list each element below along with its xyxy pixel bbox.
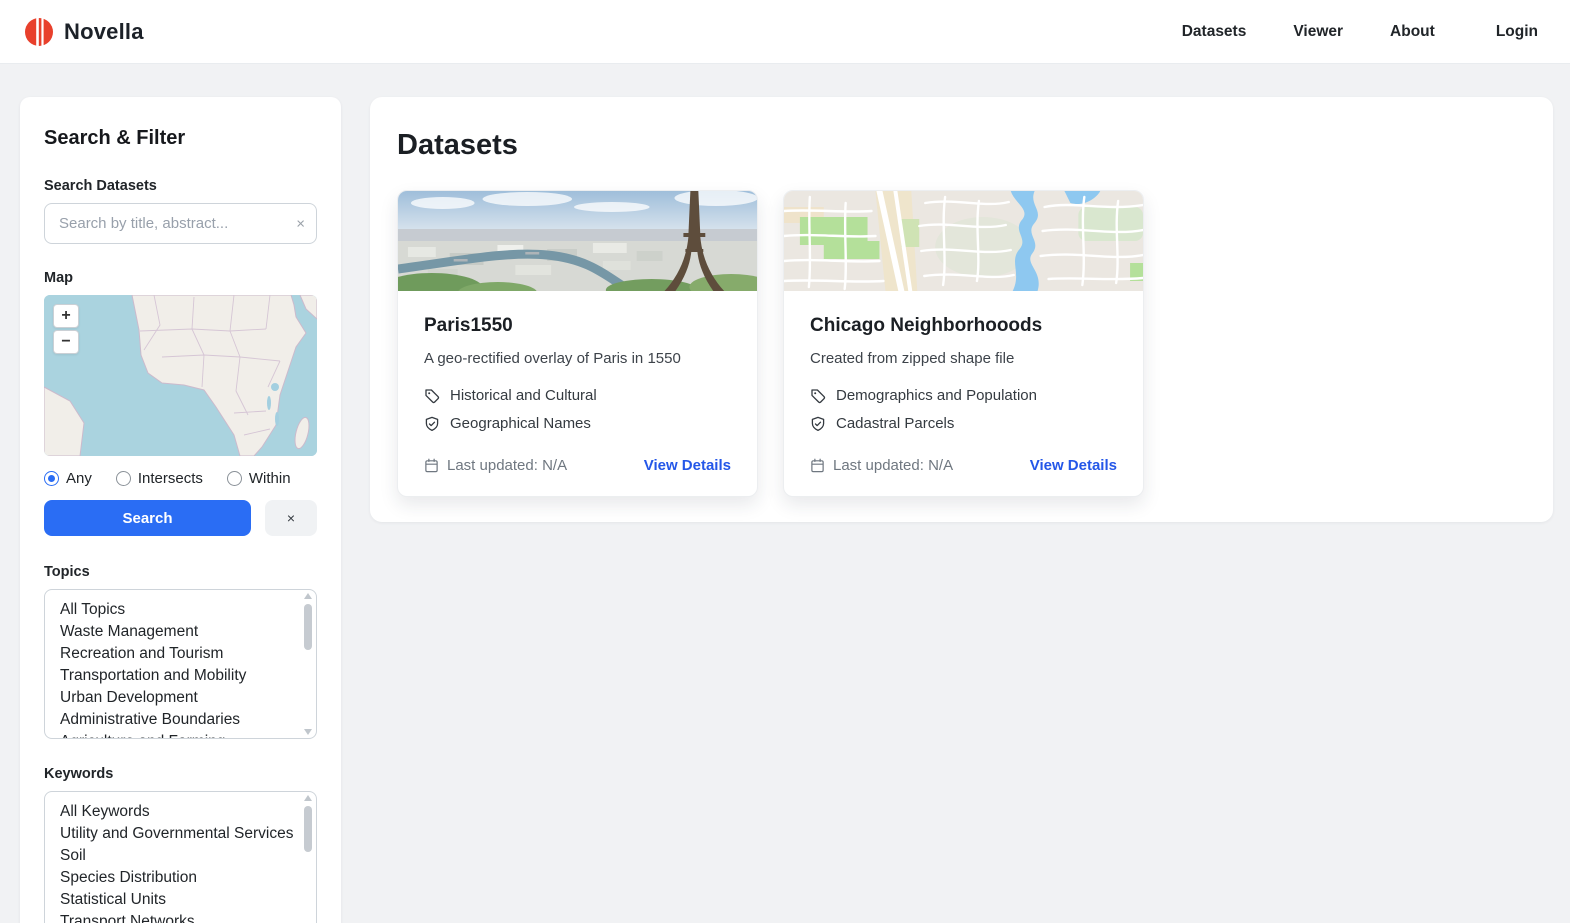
search-datasets-label: Search Datasets [44, 178, 317, 194]
scrollbar-thumb[interactable] [304, 604, 312, 650]
paris-thumbnail-image [398, 191, 757, 291]
map-widget[interactable]: + − [44, 295, 317, 456]
keywords-scrollbar[interactable] [301, 794, 314, 923]
card-title: Chicago Neighborhooods [810, 315, 1117, 337]
dataset-card-chicago-neighborhoods[interactable]: Chicago Neighborhooods Created from zipp… [783, 190, 1144, 497]
topics-label: Topics [44, 564, 317, 580]
nav-item-login[interactable]: Login [1496, 23, 1538, 41]
nav-item-datasets[interactable]: Datasets [1182, 23, 1247, 41]
zoom-in-button[interactable]: + [53, 304, 79, 328]
search-button[interactable]: Search [44, 500, 251, 536]
scrollbar-thumb[interactable] [304, 806, 312, 852]
radio-icon [227, 471, 242, 486]
view-details-link[interactable]: View Details [644, 457, 731, 474]
map-zoom-controls: + − [53, 304, 79, 354]
dataset-card-paris1550[interactable]: Paris1550 A geo-rectified overlay of Par… [397, 190, 758, 497]
spatial-option-within[interactable]: Within [227, 470, 291, 487]
shield-check-icon [424, 416, 440, 432]
radio-label: Within [249, 470, 291, 487]
view-details-link[interactable]: View Details [1030, 457, 1117, 474]
list-option[interactable]: Transport Networks [60, 911, 292, 923]
sidebar-title: Search & Filter [44, 127, 317, 150]
scroll-down-icon[interactable] [304, 729, 312, 735]
calendar-icon [424, 458, 439, 473]
card-description: Created from zipped shape file [810, 350, 1117, 367]
card-keyword: Geographical Names [450, 415, 591, 432]
radio-label: Any [66, 470, 92, 487]
card-title: Paris1550 [424, 315, 731, 337]
card-description: A geo-rectified overlay of Paris in 1550 [424, 350, 731, 367]
list-option[interactable]: Soil [60, 845, 292, 867]
list-option[interactable]: Recreation and Tourism [60, 643, 292, 665]
top-navbar: Novella Datasets Viewer About Login [0, 0, 1570, 64]
scroll-up-icon[interactable] [304, 593, 312, 599]
shield-check-icon [810, 416, 826, 432]
list-option[interactable]: Transportation and Mobility [60, 665, 292, 687]
spatial-filter-options: Any Intersects Within [44, 470, 317, 487]
novella-logo-icon [24, 17, 54, 47]
map-label: Map [44, 270, 317, 286]
nav-item-viewer[interactable]: Viewer [1293, 23, 1343, 41]
keywords-label: Keywords [44, 766, 317, 782]
topics-listbox[interactable]: All TopicsWaste ManagementRecreation and… [44, 589, 317, 739]
spatial-option-intersects[interactable]: Intersects [116, 470, 203, 487]
list-option[interactable]: Statistical Units [60, 889, 292, 911]
list-option[interactable]: All Topics [60, 599, 292, 621]
list-option[interactable]: All Keywords [60, 801, 292, 823]
tag-icon [424, 388, 440, 404]
radio-icon [44, 471, 59, 486]
calendar-icon [810, 458, 825, 473]
topics-scrollbar[interactable] [301, 592, 314, 736]
list-option[interactable]: Utility and Governmental Services [60, 823, 292, 845]
map-canvas [44, 295, 317, 456]
list-option[interactable]: Administrative Boundaries [60, 709, 292, 731]
list-option[interactable]: Species Distribution [60, 867, 292, 889]
chicago-thumbnail-image [784, 191, 1143, 291]
last-updated-text: Last updated: N/A [833, 457, 953, 474]
clear-filters-button[interactable]: × [265, 500, 317, 536]
keywords-listbox[interactable]: All KeywordsUtility and Governmental Ser… [44, 791, 317, 923]
last-updated-text: Last updated: N/A [447, 457, 567, 474]
topics-list: All TopicsWaste ManagementRecreation and… [45, 590, 316, 738]
card-topic: Demographics and Population [836, 387, 1037, 404]
zoom-out-button[interactable]: − [53, 330, 79, 354]
card-keyword: Cadastral Parcels [836, 415, 954, 432]
clear-search-icon[interactable]: × [296, 216, 305, 231]
scroll-up-icon[interactable] [304, 795, 312, 801]
brand-name: Novella [64, 19, 144, 45]
nav-item-about[interactable]: About [1390, 23, 1435, 41]
keywords-list: All KeywordsUtility and Governmental Ser… [45, 792, 316, 923]
page-title: Datasets [397, 129, 1526, 162]
radio-icon [116, 471, 131, 486]
search-input[interactable] [44, 203, 317, 244]
card-topic: Historical and Cultural [450, 387, 597, 404]
brand[interactable]: Novella [24, 17, 144, 47]
radio-label: Intersects [138, 470, 203, 487]
spatial-option-any[interactable]: Any [44, 470, 92, 487]
list-option[interactable]: Urban Development [60, 687, 292, 709]
datasets-panel: Datasets [370, 97, 1553, 522]
nav-links: Datasets Viewer About Login [1182, 23, 1538, 41]
tag-icon [810, 388, 826, 404]
list-option[interactable]: Agriculture and Farming [60, 731, 292, 738]
search-filter-sidebar: Search & Filter Search Datasets × Map [20, 97, 341, 923]
list-option[interactable]: Waste Management [60, 621, 292, 643]
